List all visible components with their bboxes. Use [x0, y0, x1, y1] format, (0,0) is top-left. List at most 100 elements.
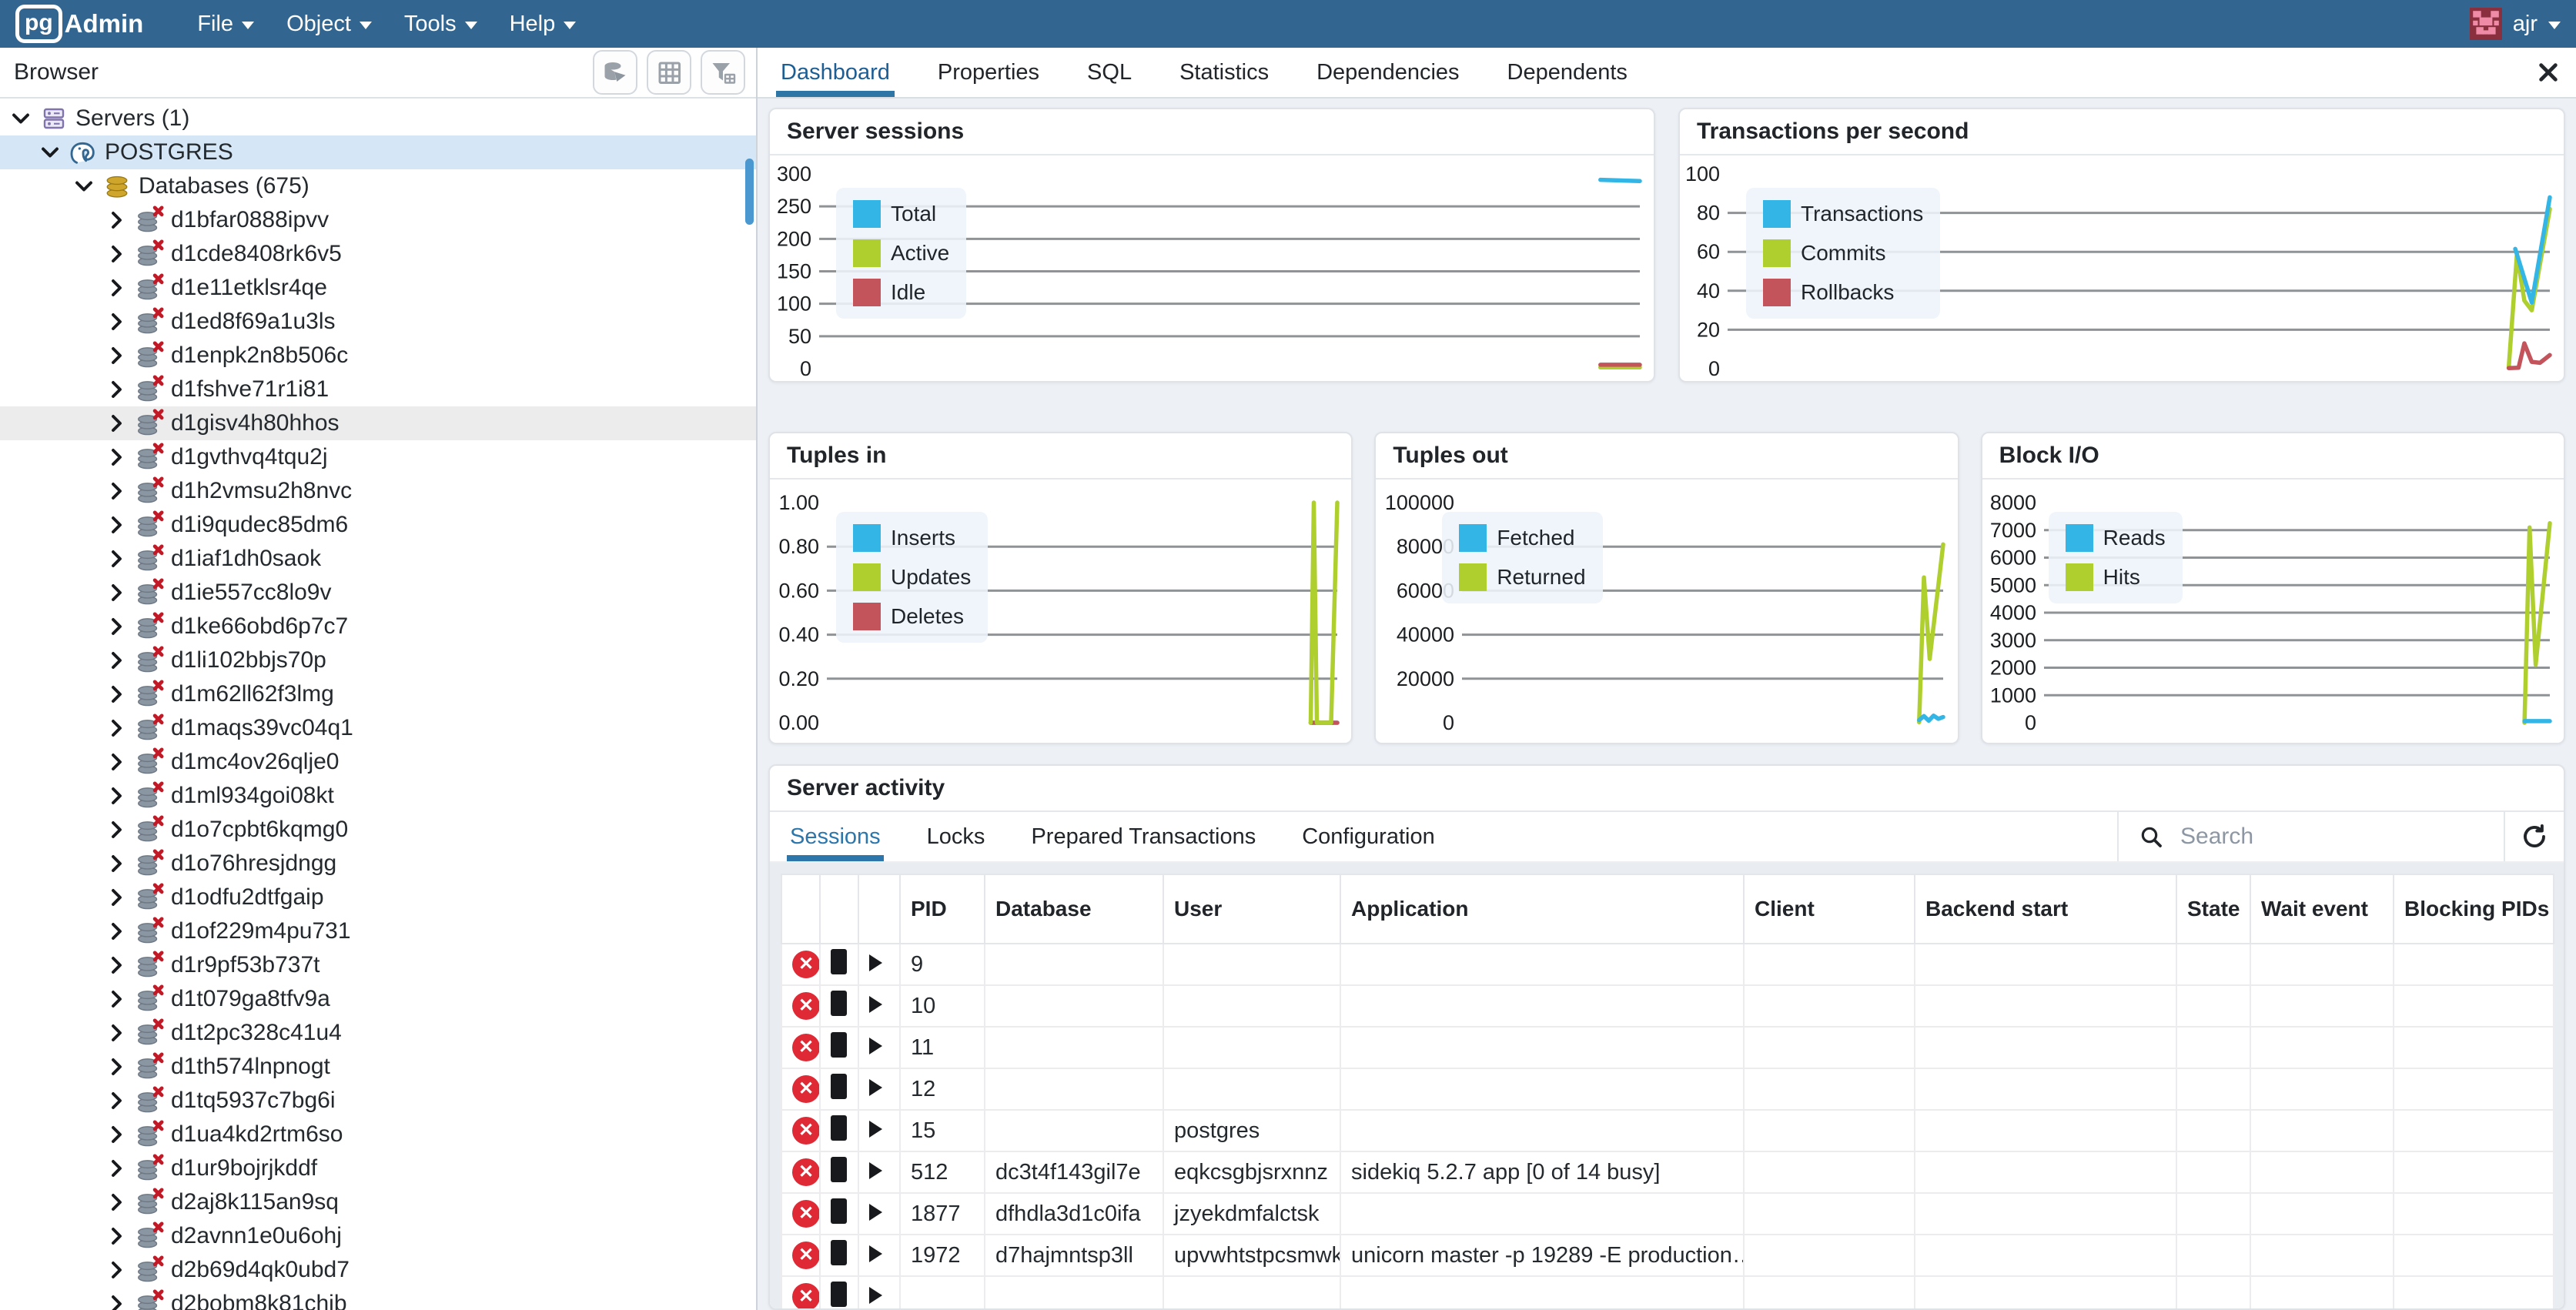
sidebar-item-database[interactable]: d1tq5937c7bg6i	[0, 1084, 756, 1118]
chevron-right-icon[interactable]	[105, 888, 128, 907]
cancel-query-icon[interactable]	[831, 1282, 847, 1307]
chevron-right-icon[interactable]	[105, 990, 128, 1008]
chevron-down-icon[interactable]	[9, 112, 32, 125]
chevron-right-icon[interactable]	[105, 685, 128, 703]
refresh-button[interactable]	[2504, 812, 2564, 861]
menu-file[interactable]: File	[197, 12, 254, 37]
terminate-session-icon[interactable]: ✕	[792, 992, 820, 1020]
chevron-right-icon[interactable]	[105, 753, 128, 771]
sidebar-item-server-postgres[interactable]: POSTGRES	[0, 135, 756, 169]
sidebar-item-database[interactable]: d1gisv4h80hhos	[0, 406, 756, 440]
cancel-query-icon[interactable]	[831, 1032, 847, 1058]
chevron-right-icon[interactable]	[105, 1227, 128, 1245]
sidebar-item-database[interactable]: d1e11etklsr4qe	[0, 271, 756, 305]
sidebar-item-database[interactable]: d1m62ll62f3lmg	[0, 677, 756, 711]
sidebar-item-database[interactable]: d2bobm8k81chib	[0, 1287, 756, 1310]
cancel-query-icon[interactable]	[831, 1240, 847, 1265]
sidebar-item-database[interactable]: d1li102bbjs70p	[0, 643, 756, 677]
terminate-session-icon[interactable]: ✕	[792, 1158, 820, 1186]
terminate-session-icon[interactable]: ✕	[792, 1283, 820, 1308]
chevron-right-icon[interactable]	[105, 279, 128, 297]
sidebar-item-database[interactable]: d1odfu2dtfgaip	[0, 881, 756, 914]
sidebar-item-database[interactable]: d1ur9bojrjkddf	[0, 1151, 756, 1185]
cancel-query-icon[interactable]	[831, 991, 847, 1016]
chevron-right-icon[interactable]	[105, 854, 128, 873]
sidebar-item-database[interactable]: d1t2pc328c41u4	[0, 1016, 756, 1050]
view-data-button[interactable]	[647, 50, 691, 95]
cancel-query-icon[interactable]	[831, 949, 847, 974]
chevron-right-icon[interactable]	[105, 1058, 128, 1076]
expand-row-icon[interactable]	[869, 1121, 882, 1138]
sidebar-item-database[interactable]: d1iaf1dh0saok	[0, 542, 756, 576]
cancel-query-icon[interactable]	[831, 1157, 847, 1182]
sidebar-item-database[interactable]: d1h2vmsu2h8nvc	[0, 474, 756, 508]
tab-properties[interactable]: Properties	[933, 48, 1044, 97]
menu-tools[interactable]: Tools	[404, 12, 477, 37]
chevron-right-icon[interactable]	[105, 1295, 128, 1310]
chevron-right-icon[interactable]	[105, 1024, 128, 1042]
terminate-session-icon[interactable]: ✕	[792, 1117, 820, 1145]
sidebar-item-database[interactable]: d1cde8408rk6v5	[0, 237, 756, 271]
expand-row-icon[interactable]	[869, 1287, 882, 1304]
expand-row-icon[interactable]	[869, 1204, 882, 1221]
chevron-right-icon[interactable]	[105, 719, 128, 737]
menu-object[interactable]: Object	[286, 12, 372, 37]
sidebar-item-database[interactable]: d2b69d4qk0ubd7	[0, 1253, 756, 1287]
terminate-session-icon[interactable]: ✕	[792, 951, 820, 978]
tab-prepared-transactions[interactable]: Prepared Transactions	[1028, 812, 1259, 861]
expand-row-icon[interactable]	[869, 1079, 882, 1096]
tab-locks[interactable]: Locks	[924, 812, 989, 861]
cancel-query-icon[interactable]	[831, 1115, 847, 1141]
close-panel-button[interactable]	[2536, 60, 2561, 85]
chevron-right-icon[interactable]	[105, 1159, 128, 1178]
sidebar-item-database[interactable]: d1o7cpbt6kqmg0	[0, 813, 756, 847]
sidebar-item-database[interactable]: d1ie557cc8lo9v	[0, 576, 756, 610]
chevron-right-icon[interactable]	[105, 346, 128, 365]
chevron-right-icon[interactable]	[105, 1091, 128, 1110]
tab-dashboard[interactable]: Dashboard	[776, 48, 895, 97]
chevron-right-icon[interactable]	[105, 651, 128, 670]
sidebar-item-database[interactable]: d1r9pf53b737t	[0, 948, 756, 982]
sidebar-item-database[interactable]: d1maqs39vc04q1	[0, 711, 756, 745]
menu-help[interactable]: Help	[510, 12, 577, 37]
chevron-right-icon[interactable]	[105, 583, 128, 602]
query-tool-button[interactable]	[593, 50, 637, 95]
sidebar-item-database[interactable]: d1fshve71r1i81	[0, 373, 756, 406]
chevron-right-icon[interactable]	[105, 1125, 128, 1144]
chevron-right-icon[interactable]	[105, 312, 128, 331]
terminate-session-icon[interactable]: ✕	[792, 1200, 820, 1228]
sidebar-item-database[interactable]: d1ua4kd2rtm6so	[0, 1118, 756, 1151]
chevron-right-icon[interactable]	[105, 550, 128, 568]
cancel-query-icon[interactable]	[831, 1074, 847, 1099]
sidebar-item-database[interactable]: d1ed8f69a1u3ls	[0, 305, 756, 339]
sidebar-item-database[interactable]: d1th574lnpnogt	[0, 1050, 756, 1084]
sidebar-item-servers[interactable]: Servers (1)	[0, 102, 756, 135]
sidebar-item-database[interactable]: d1i9qudec85dm6	[0, 508, 756, 542]
sidebar-item-database[interactable]: d1ml934goi08kt	[0, 779, 756, 813]
chevron-right-icon[interactable]	[105, 820, 128, 839]
chevron-right-icon[interactable]	[105, 211, 128, 229]
chevron-right-icon[interactable]	[105, 1261, 128, 1279]
cancel-query-icon[interactable]	[831, 1198, 847, 1224]
chevron-right-icon[interactable]	[105, 1193, 128, 1211]
sidebar-item-database[interactable]: d1enpk2n8b506c	[0, 339, 756, 373]
chevron-right-icon[interactable]	[105, 617, 128, 636]
chevron-right-icon[interactable]	[105, 380, 128, 399]
sidebar-item-database[interactable]: d2avnn1e0u6ohj	[0, 1219, 756, 1253]
sidebar-item-database[interactable]: d1t079ga8tfv9a	[0, 982, 756, 1016]
terminate-session-icon[interactable]: ✕	[792, 1034, 820, 1061]
chevron-right-icon[interactable]	[105, 787, 128, 805]
chevron-right-icon[interactable]	[105, 516, 128, 534]
sidebar-item-database[interactable]: d1bfar0888ipvv	[0, 203, 756, 237]
sidebar-scrollbar-thumb[interactable]	[745, 159, 754, 225]
chevron-right-icon[interactable]	[105, 414, 128, 433]
expand-row-icon[interactable]	[869, 996, 882, 1013]
sidebar-item-database[interactable]: d1ke66obd6p7c7	[0, 610, 756, 643]
sidebar-item-database[interactable]: d1mc4ov26qlje0	[0, 745, 756, 779]
expand-row-icon[interactable]	[869, 1162, 882, 1179]
chevron-right-icon[interactable]	[105, 482, 128, 500]
search-input[interactable]	[2180, 824, 2504, 850]
tab-sessions[interactable]: Sessions	[787, 812, 884, 861]
chevron-right-icon[interactable]	[105, 956, 128, 974]
tab-dependencies[interactable]: Dependencies	[1312, 48, 1464, 97]
